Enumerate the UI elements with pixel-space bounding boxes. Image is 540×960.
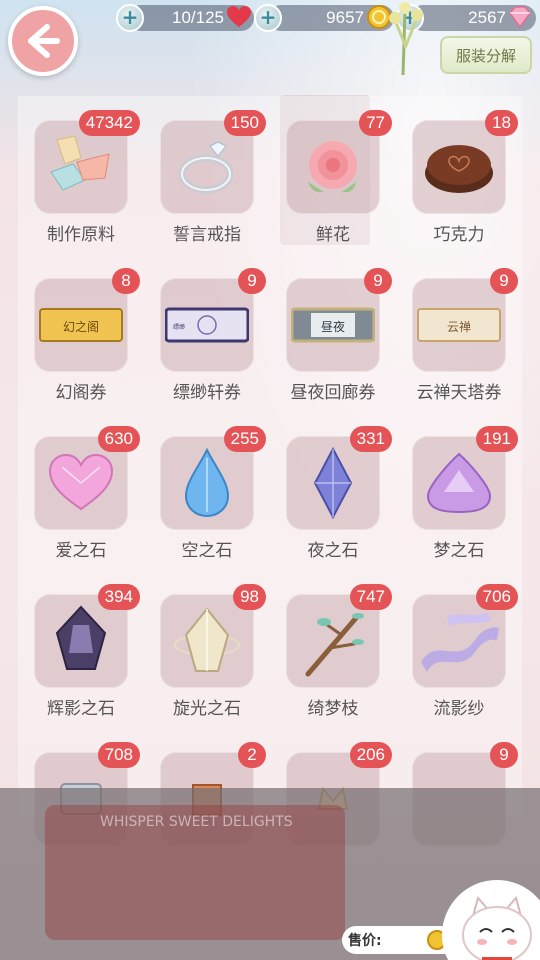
item-tile: 昼夜 — [286, 278, 380, 372]
item-label: 幻阁券 — [55, 383, 107, 403]
dark-crystal-icon — [55, 605, 107, 670]
item-label: 云禅天塔券 — [416, 383, 502, 403]
heart-gem-icon — [48, 453, 114, 511]
item-label: 鲜花 — [316, 225, 350, 245]
cat-icon — [462, 895, 532, 960]
item-label: 制作原料 — [47, 225, 115, 245]
light-crystal-icon — [174, 607, 240, 672]
count-badge: 18 — [485, 110, 518, 136]
decompose-label: 服装分解 — [455, 46, 516, 65]
item-flowing-silk[interactable]: 706 流影纱 — [396, 570, 522, 728]
item-zhouye-ticket[interactable]: 昼夜 9 昼夜回廊券 — [270, 254, 396, 412]
ticket-icon: 幻之阁 — [39, 308, 123, 342]
item-night-stone[interactable]: 331 夜之石 — [270, 412, 396, 570]
item-label: 巧克力 — [433, 225, 485, 245]
item-tile: 幻之阁 — [34, 278, 128, 372]
inventory-panel: 47342 制作原料 150 誓言戒指 77 鲜花 18 巧克力 幻之阁 8 幻… — [18, 96, 522, 846]
arrow-left-icon — [28, 24, 60, 58]
item-sky-stone[interactable]: 255 空之石 — [144, 412, 270, 570]
item-shadow-stone[interactable]: 394 辉影之石 — [18, 570, 144, 728]
ticket-text: 缥缈 — [173, 323, 185, 331]
item-flowers[interactable]: 77 鲜花 — [270, 96, 396, 254]
flower-decoration-icon — [389, 2, 423, 76]
ticket-text: 昼夜 — [321, 319, 345, 334]
stamina-value: 10/125 — [172, 8, 224, 27]
item-label: 辉影之石 — [47, 699, 115, 719]
teardrop-gem-icon — [184, 448, 230, 518]
item-label: 空之石 — [181, 541, 233, 561]
decompose-clothes-button[interactable]: 服装分解 — [440, 36, 532, 74]
item-tile: 云禅 — [412, 278, 506, 372]
count-badge: 98 — [233, 584, 266, 610]
item-label: 夜之石 — [307, 541, 359, 561]
branch-icon — [305, 613, 364, 677]
item-label: 绮梦枝 — [307, 699, 359, 719]
count-badge: 747 — [349, 584, 392, 610]
item-tile: 缥缈 — [160, 278, 254, 372]
diamond-icon — [509, 6, 531, 29]
item-love-stone[interactable]: 630 爱之石 — [18, 412, 144, 570]
item-label: 流影纱 — [433, 699, 485, 719]
item-huange-ticket[interactable]: 幻之阁 8 幻阁券 — [18, 254, 144, 412]
rose-icon — [308, 141, 357, 193]
ticket-icon: 缥缈 — [165, 307, 249, 343]
silk-ribbon-icon — [421, 612, 499, 672]
item-yunchan-ticket[interactable]: 云禅 9 云禅天塔券 — [396, 254, 522, 412]
count-badge: 206 — [349, 742, 392, 768]
item-chocolate[interactable]: 18 巧克力 — [396, 96, 522, 254]
diamond-value: 2567 — [468, 8, 506, 27]
triangle-gem-icon — [426, 452, 492, 514]
add-gold-button[interactable]: + — [254, 4, 282, 32]
count-badge: 331 — [349, 426, 392, 452]
count-badge: 630 — [97, 426, 140, 452]
count-badge: 706 — [475, 584, 518, 610]
count-badge: 2 — [238, 742, 266, 768]
count-badge: 255 — [223, 426, 266, 452]
item-label: 爱之石 — [55, 541, 107, 561]
item-materials[interactable]: 47342 制作原料 — [18, 96, 144, 254]
count-badge: 9 — [490, 742, 518, 768]
item-dream-branch[interactable]: 747 绮梦枝 — [270, 570, 396, 728]
count-badge: 8 — [112, 268, 140, 294]
fabric-scraps-icon — [50, 135, 110, 191]
lucky-cat-mascot[interactable] — [442, 880, 540, 960]
chocolate-icon — [425, 145, 493, 193]
bus-sign: WHISPER SWEET DELIGHTS — [100, 814, 293, 830]
count-badge: 47342 — [78, 110, 140, 136]
count-badge: 9 — [364, 268, 392, 294]
item-label: 昼夜回廊券 — [290, 383, 376, 403]
ticket-icon: 昼夜 — [291, 307, 375, 343]
back-button[interactable] — [8, 6, 78, 76]
count-badge: 708 — [97, 742, 140, 768]
heart-icon — [227, 6, 251, 27]
item-piaomiao-ticket[interactable]: 缥缈 9 缥缈轩券 — [144, 254, 270, 412]
item-label: 缥缈轩券 — [173, 383, 241, 403]
item-dream-stone[interactable]: 191 梦之石 — [396, 412, 522, 570]
crystal-gem-icon — [313, 447, 353, 519]
ticket-text: 幻之阁 — [63, 320, 99, 334]
item-label: 梦之石 — [433, 541, 485, 561]
item-oath-ring[interactable]: 150 誓言戒指 — [144, 96, 270, 254]
count-badge: 9 — [238, 268, 266, 294]
item-swirl-stone[interactable]: 98 旋光之石 — [144, 570, 270, 728]
item-label: 誓言戒指 — [173, 225, 241, 245]
item-label: 旋光之石 — [173, 699, 241, 719]
add-stamina-button[interactable]: + — [116, 4, 144, 32]
count-badge: 77 — [359, 110, 392, 136]
sell-price-label: 售价: — [348, 933, 382, 949]
count-badge: 9 — [490, 268, 518, 294]
ticket-icon: 云禅 — [417, 308, 501, 342]
ring-icon — [178, 141, 234, 194]
count-badge: 150 — [223, 110, 266, 136]
ticket-text: 云禅 — [447, 320, 471, 334]
gold-value: 9657 — [326, 8, 364, 27]
count-badge: 394 — [97, 584, 140, 610]
count-badge: 191 — [475, 426, 518, 452]
